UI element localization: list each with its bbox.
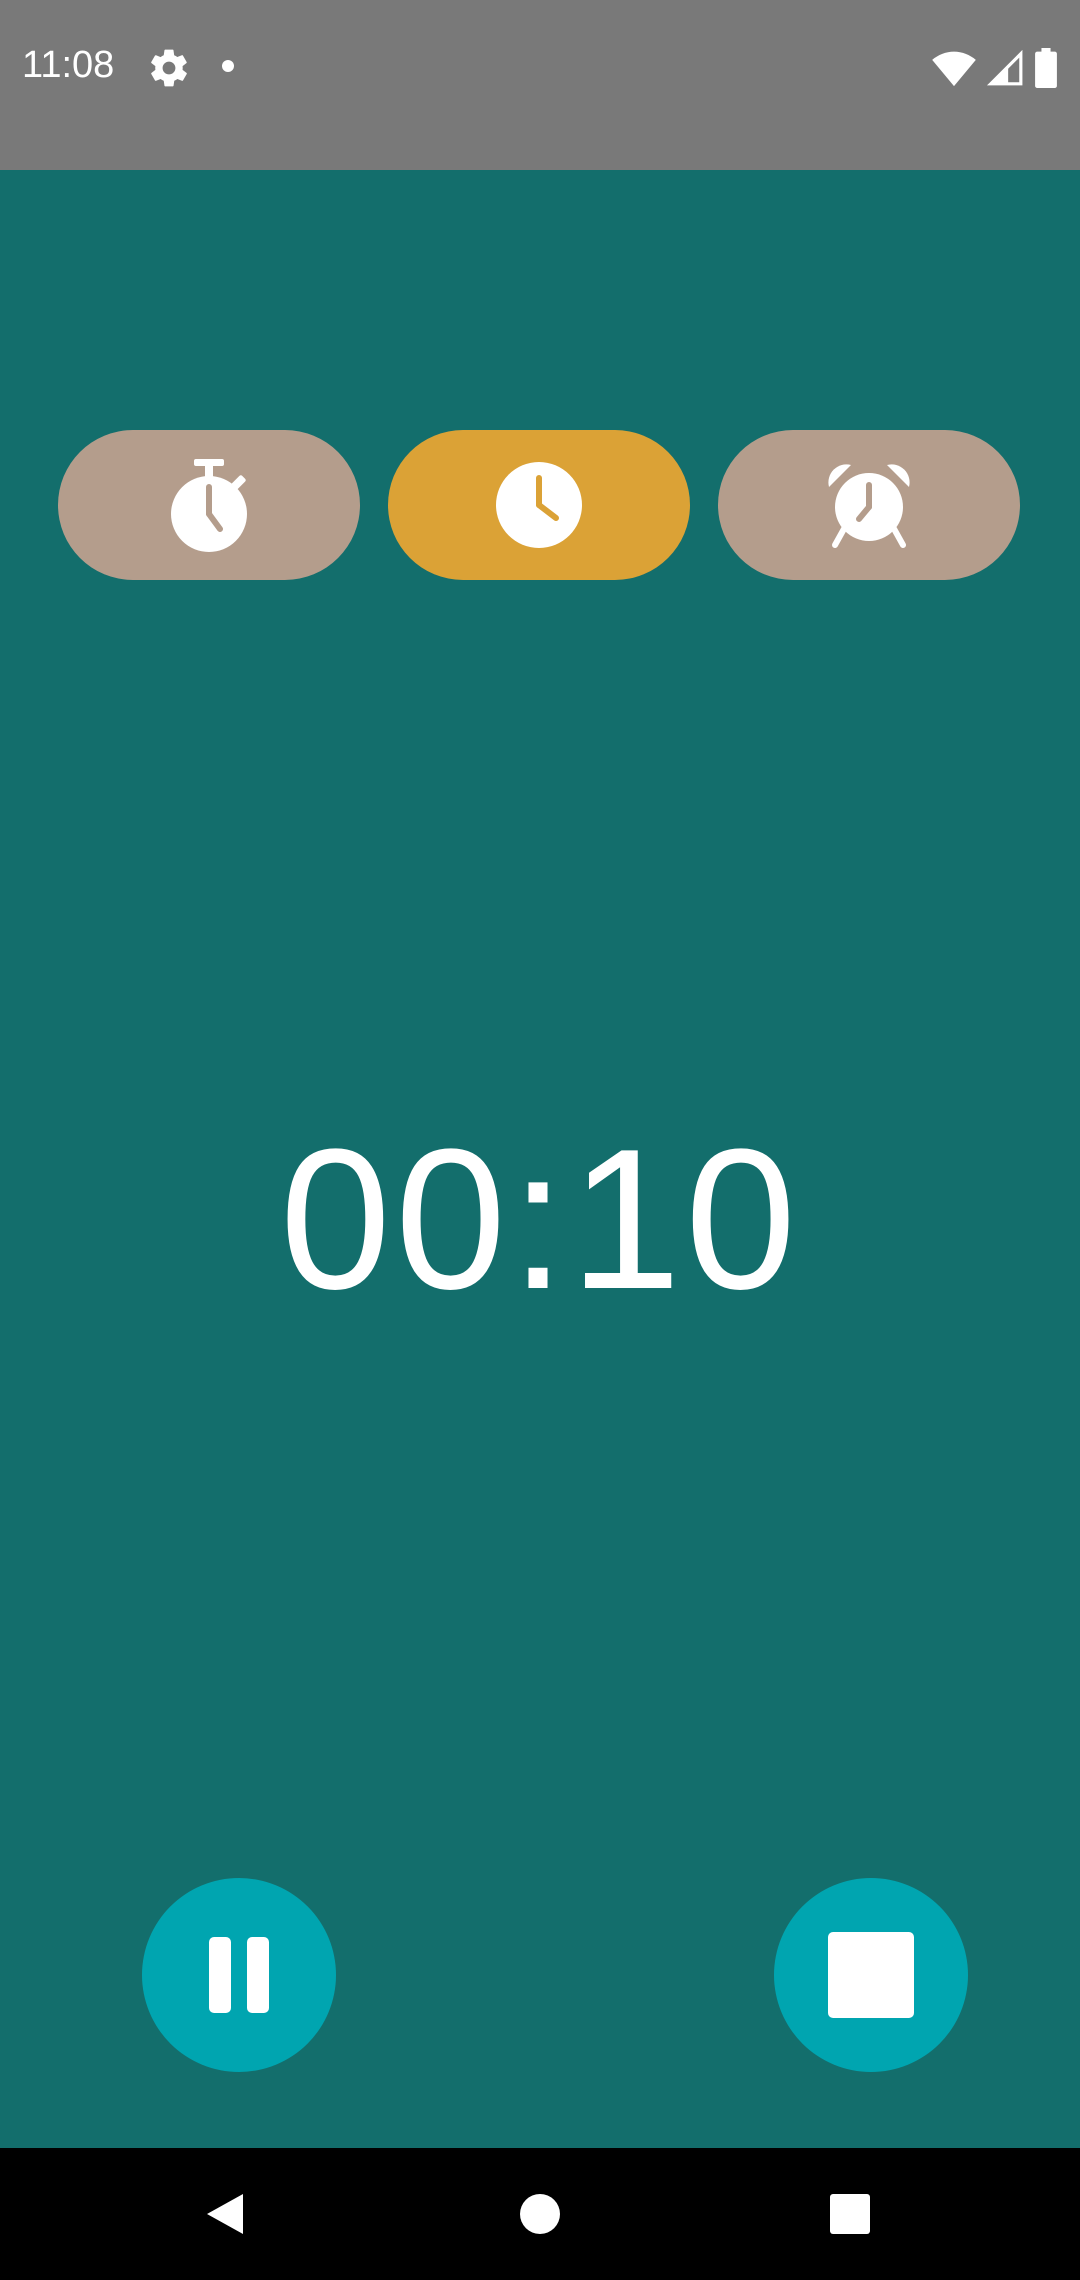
wifi-icon bbox=[932, 51, 976, 87]
back-button[interactable] bbox=[189, 2178, 261, 2250]
stop-button[interactable] bbox=[774, 1878, 968, 2072]
pause-button[interactable] bbox=[142, 1878, 336, 2072]
timer-mode-button[interactable] bbox=[388, 430, 690, 580]
cell-signal-icon bbox=[986, 49, 1023, 86]
timer-screen: 00:10 bbox=[0, 170, 1080, 2148]
alarm-mode-button[interactable] bbox=[718, 430, 1020, 580]
gear-icon bbox=[151, 49, 187, 87]
status-bar: 11:08 bbox=[0, 0, 1080, 170]
back-icon bbox=[207, 2194, 243, 2234]
pause-icon bbox=[209, 1937, 269, 2013]
recents-icon bbox=[830, 2194, 870, 2234]
home-icon bbox=[520, 2194, 560, 2234]
navigation-bar bbox=[0, 2148, 1080, 2280]
timer-display: 00:10 bbox=[279, 1108, 801, 1331]
status-right-icons bbox=[932, 48, 1058, 88]
stop-icon bbox=[828, 1932, 914, 2018]
status-time: 11:08 bbox=[22, 44, 115, 86]
alarm-clock-icon bbox=[828, 464, 910, 548]
home-button[interactable] bbox=[504, 2178, 576, 2250]
notification-dot bbox=[222, 60, 234, 72]
battery-icon bbox=[1035, 48, 1057, 88]
recents-button[interactable] bbox=[814, 2178, 886, 2250]
stopwatch-icon bbox=[171, 459, 247, 552]
stopwatch-mode-button[interactable] bbox=[58, 430, 360, 580]
clock-icon bbox=[496, 462, 582, 548]
